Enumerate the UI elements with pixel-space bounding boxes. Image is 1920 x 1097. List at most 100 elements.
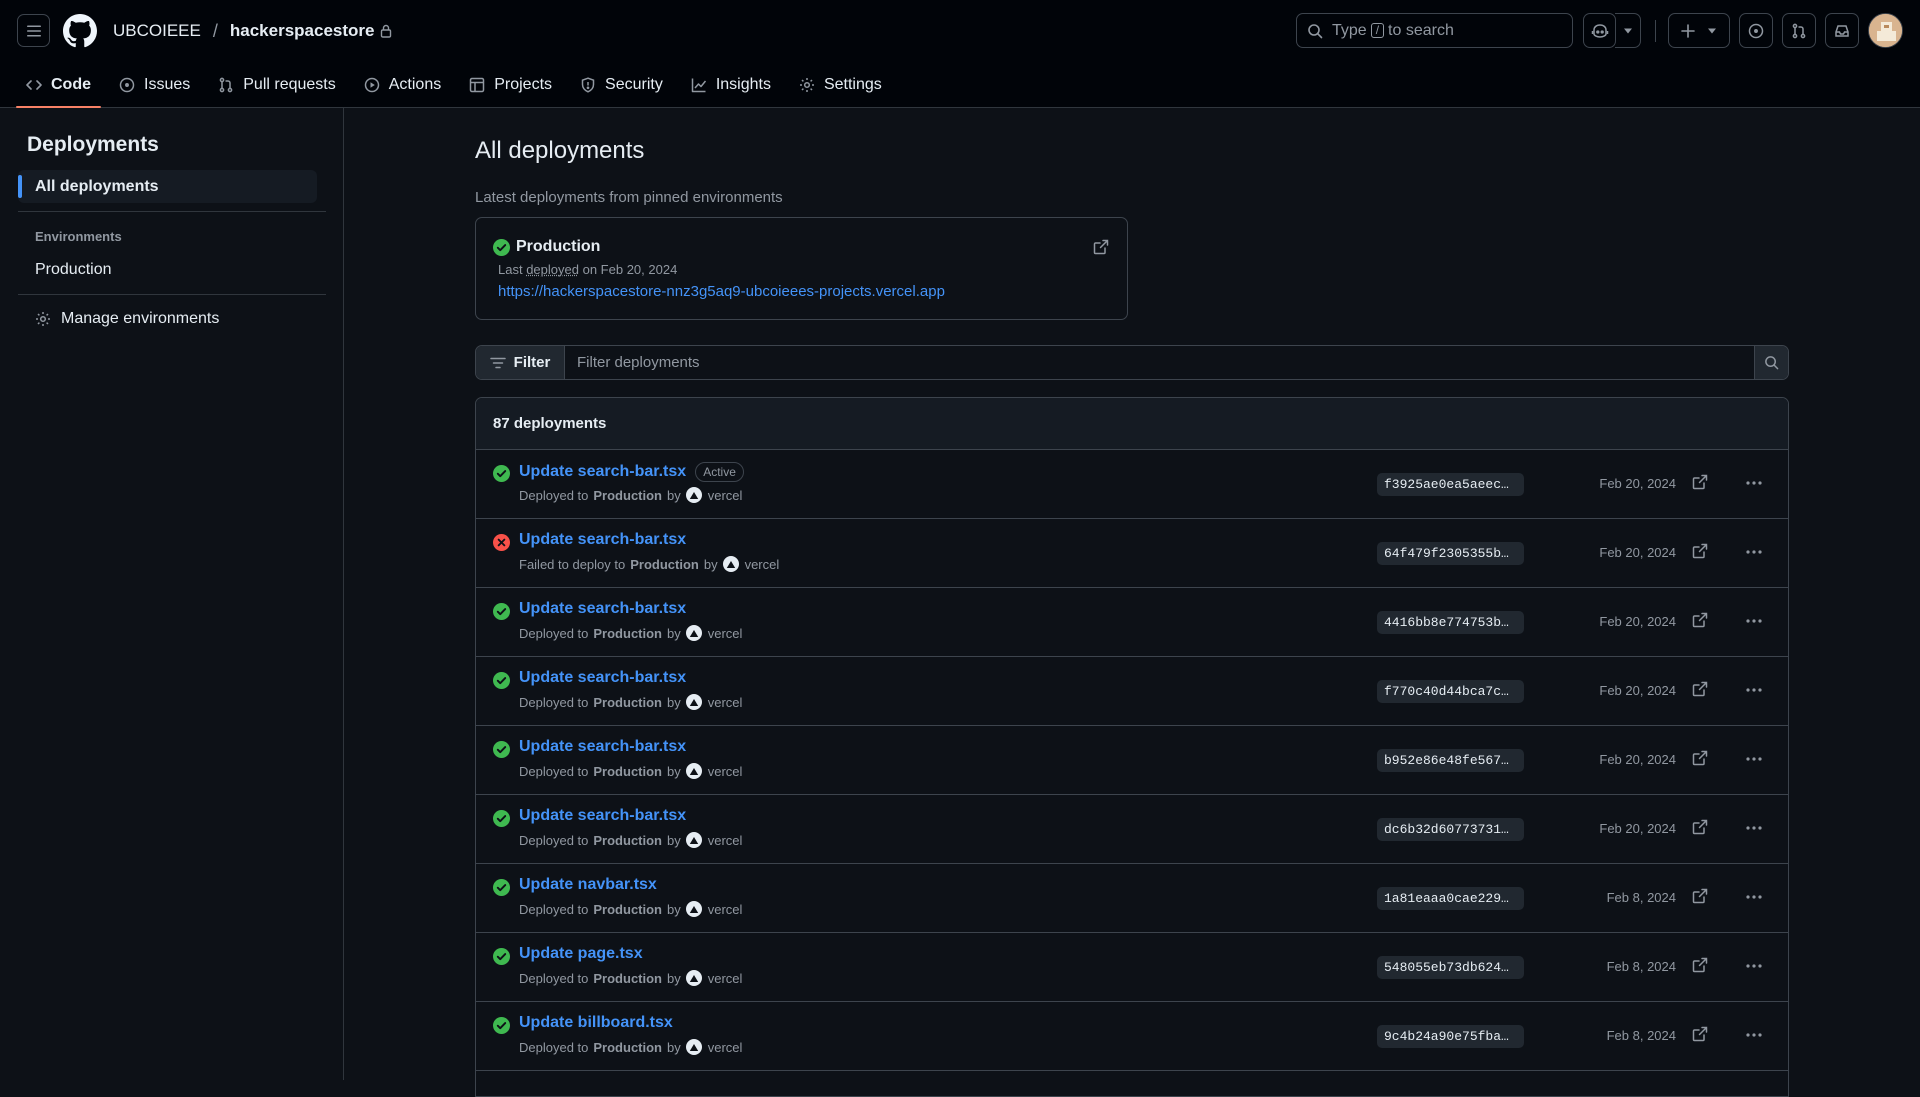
commit-sha-button[interactable]: 4416bb8e774753b… bbox=[1377, 611, 1524, 634]
link-external-icon[interactable] bbox=[1692, 957, 1708, 973]
deployment-actor[interactable]: vercel bbox=[708, 488, 743, 503]
kebab-horizontal-icon[interactable] bbox=[1744, 613, 1764, 629]
deployment-commit-link[interactable]: Update search-bar.tsx bbox=[519, 807, 686, 825]
deployment-commit-link[interactable]: Update billboard.tsx bbox=[519, 1014, 673, 1032]
x-circle-icon bbox=[493, 534, 510, 551]
filter-search-button[interactable] bbox=[1754, 346, 1788, 379]
commit-sha-button[interactable]: f3925ae0ea5aeec… bbox=[1377, 473, 1524, 496]
user-avatar[interactable] bbox=[1868, 13, 1903, 48]
kebab-horizontal-icon[interactable] bbox=[1744, 820, 1764, 836]
menu-button[interactable] bbox=[17, 14, 50, 47]
copilot-dropdown-button[interactable] bbox=[1615, 13, 1641, 48]
tab-code[interactable]: Code bbox=[16, 62, 101, 108]
sidebar-item-all-deployments[interactable]: All deployments bbox=[18, 170, 317, 203]
inbox-button[interactable] bbox=[1825, 13, 1859, 48]
shield-icon bbox=[581, 77, 595, 93]
sidebar-item-manage-environments[interactable]: Manage environments bbox=[35, 310, 219, 328]
link-external-icon[interactable] bbox=[1692, 543, 1708, 559]
commit-sha-button[interactable]: dc6b32d60773731… bbox=[1377, 818, 1524, 841]
deployment-environment-link[interactable]: Production bbox=[593, 971, 662, 986]
link-external-icon[interactable] bbox=[1692, 888, 1708, 904]
kebab-horizontal-icon[interactable] bbox=[1744, 682, 1764, 698]
meta-deployed-link[interactable]: deployed bbox=[526, 262, 579, 277]
breadcrumb-repo-link[interactable]: hackerspacestore bbox=[230, 21, 375, 41]
pinned-env-name[interactable]: Production bbox=[516, 238, 600, 256]
link-external-icon[interactable] bbox=[1692, 819, 1708, 835]
tab-projects[interactable]: Projects bbox=[459, 62, 562, 108]
tab-pull-requests[interactable]: Pull requests bbox=[208, 62, 346, 108]
vercel-avatar-icon bbox=[685, 487, 702, 503]
github-logo-icon[interactable] bbox=[63, 14, 97, 48]
issue-opened-icon bbox=[1748, 23, 1764, 38]
check-circle-icon bbox=[493, 603, 510, 620]
commit-sha-button[interactable]: 9c4b24a90e75fba… bbox=[1377, 1025, 1524, 1048]
commit-sha-button[interactable]: b952e86e48fe567… bbox=[1377, 749, 1524, 772]
filter-icon bbox=[489, 357, 506, 368]
copilot-button[interactable] bbox=[1583, 13, 1616, 48]
deployment-environment-link[interactable]: Production bbox=[593, 902, 662, 917]
commit-sha-button[interactable]: f770c40d44bca7c… bbox=[1377, 680, 1524, 703]
deployment-actor[interactable]: vercel bbox=[708, 971, 743, 986]
filter-deployments-input[interactable] bbox=[565, 346, 1754, 379]
tab-settings[interactable]: Settings bbox=[789, 62, 892, 108]
deployment-environment-link[interactable]: Production bbox=[593, 488, 662, 503]
kebab-horizontal-icon[interactable] bbox=[1744, 475, 1764, 491]
deployment-commit-title: Update search-bar.tsx Active bbox=[519, 462, 744, 482]
kebab-horizontal-icon[interactable] bbox=[1744, 1027, 1764, 1043]
kebab-horizontal-icon[interactable] bbox=[1744, 751, 1764, 767]
kebab-horizontal-icon[interactable] bbox=[1744, 958, 1764, 974]
link-external-icon[interactable] bbox=[1093, 239, 1109, 255]
deployment-environment-link[interactable]: Production bbox=[593, 626, 662, 641]
filter-button[interactable]: Filter bbox=[476, 346, 565, 379]
triangle-down-icon bbox=[1623, 28, 1632, 33]
tab-issues[interactable]: Issues bbox=[109, 62, 200, 108]
deployment-environment-link[interactable]: Production bbox=[593, 695, 662, 710]
deployment-date: Feb 20, 2024 bbox=[1599, 476, 1676, 491]
deployment-actor[interactable]: vercel bbox=[708, 1040, 743, 1055]
deployment-environment-link[interactable]: Production bbox=[593, 764, 662, 779]
create-new-button[interactable] bbox=[1668, 13, 1730, 48]
deployment-commit-link[interactable]: Update page.tsx bbox=[519, 945, 643, 963]
link-external-icon[interactable] bbox=[1692, 474, 1708, 490]
deployment-actor[interactable]: vercel bbox=[708, 764, 743, 779]
tab-insights[interactable]: Insights bbox=[681, 62, 781, 108]
issues-button[interactable] bbox=[1739, 13, 1773, 48]
tab-pull-requests-label: Pull requests bbox=[243, 76, 336, 93]
deployment-commit-link[interactable]: Update search-bar.tsx bbox=[519, 463, 686, 481]
kebab-horizontal-icon[interactable] bbox=[1744, 544, 1764, 560]
deployment-commit-link[interactable]: Update search-bar.tsx bbox=[519, 531, 686, 549]
link-external-icon[interactable] bbox=[1692, 681, 1708, 697]
deployment-actor[interactable]: vercel bbox=[708, 695, 743, 710]
commit-sha-button[interactable]: 64f479f2305355b… bbox=[1377, 542, 1524, 565]
kebab-horizontal-icon[interactable] bbox=[1744, 889, 1764, 905]
link-external-icon[interactable] bbox=[1692, 750, 1708, 766]
sidebar-item-production[interactable]: Production bbox=[35, 261, 112, 279]
commit-sha-button[interactable]: 1a81eaaa0cae229… bbox=[1377, 887, 1524, 910]
global-search-input[interactable]: Type / to search bbox=[1296, 13, 1573, 48]
deployment-commit-link[interactable]: Update search-bar.tsx bbox=[519, 669, 686, 687]
tab-security[interactable]: Security bbox=[570, 62, 673, 108]
link-external-icon[interactable] bbox=[1692, 1026, 1708, 1042]
pull-requests-button[interactable] bbox=[1782, 13, 1816, 48]
deployment-actor[interactable]: vercel bbox=[708, 626, 743, 641]
deployment-environment-link[interactable]: Production bbox=[593, 833, 662, 848]
check-circle-icon bbox=[493, 810, 510, 827]
deployment-commit-link[interactable]: Update search-bar.tsx bbox=[519, 738, 686, 756]
deployment-date: Feb 20, 2024 bbox=[1599, 821, 1676, 836]
deployment-environment-link[interactable]: Production bbox=[630, 557, 699, 572]
link-external-icon[interactable] bbox=[1692, 612, 1708, 628]
deployment-actor[interactable]: vercel bbox=[708, 833, 743, 848]
deployment-actor[interactable]: vercel bbox=[745, 557, 780, 572]
commit-sha-button[interactable]: 548055eb73db624… bbox=[1377, 956, 1524, 979]
deployment-commit-link[interactable]: Update search-bar.tsx bbox=[519, 600, 686, 618]
deployment-by: by bbox=[667, 763, 681, 779]
breadcrumb-owner-link[interactable]: UBCOIEEE bbox=[113, 21, 201, 41]
tab-actions[interactable]: Actions bbox=[354, 62, 451, 108]
deployment-environment-link[interactable]: Production bbox=[593, 1040, 662, 1055]
lock-icon bbox=[380, 24, 392, 38]
pinned-environment-card: Production Last deployed on Feb 20, 2024… bbox=[475, 217, 1128, 320]
deployment-commit-link[interactable]: Update navbar.tsx bbox=[519, 876, 657, 894]
pinned-env-url-link[interactable]: https://hackerspacestore-nnz3g5aq9-ubcoi… bbox=[498, 283, 945, 300]
deployment-actor[interactable]: vercel bbox=[708, 902, 743, 917]
search-suffix-text: to search bbox=[1388, 21, 1454, 39]
